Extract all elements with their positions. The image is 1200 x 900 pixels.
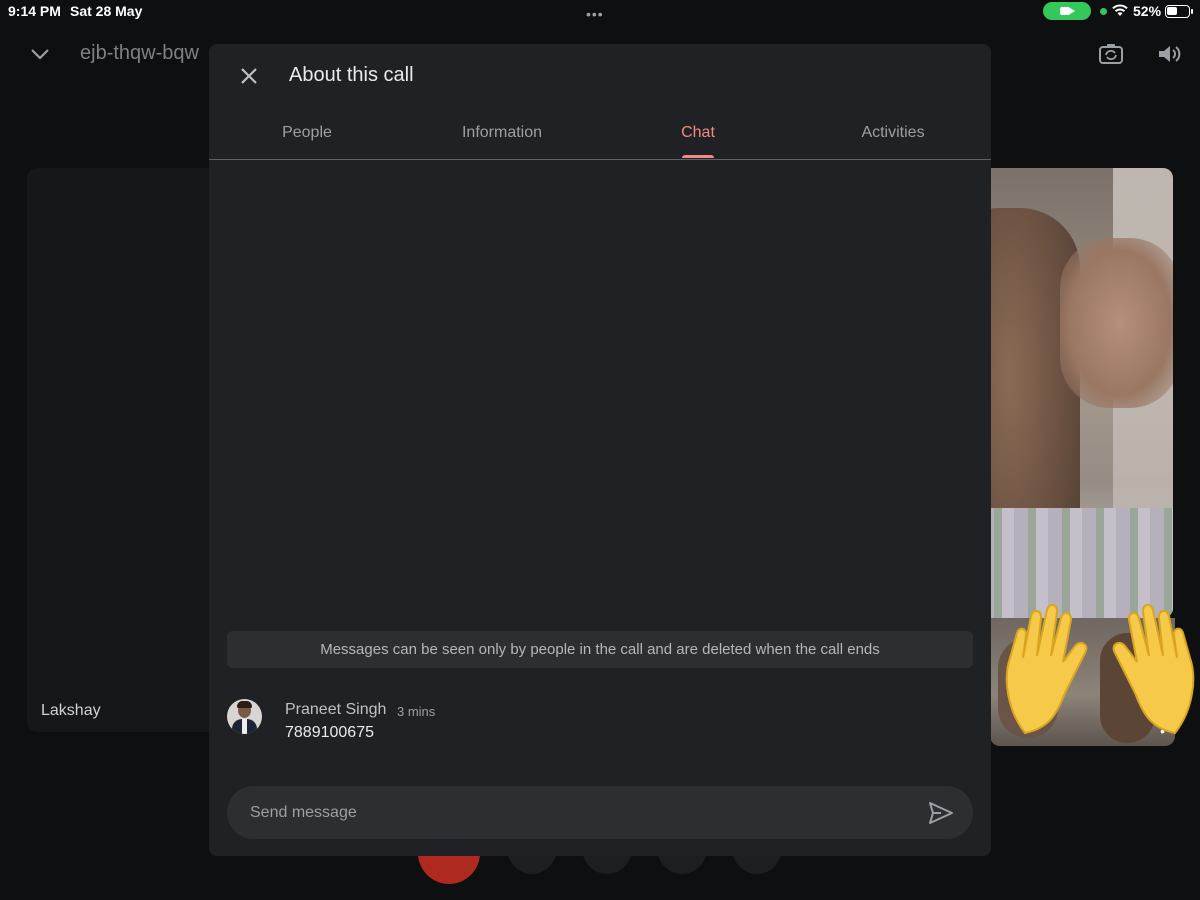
- tab-people[interactable]: People: [209, 124, 405, 142]
- participant-tile-lakshay[interactable]: Lakshay: [27, 168, 227, 732]
- message-time: 3 mins: [397, 704, 436, 719]
- battery-level-fill: [1167, 7, 1177, 15]
- camera-rotate-icon[interactable]: [1097, 40, 1125, 68]
- status-time: 9:14 PM: [8, 3, 61, 19]
- message-text: 7889100675: [285, 724, 374, 741]
- dialog-tabs: People Information Chat Activities: [209, 112, 991, 160]
- camera-in-use-icon: [1043, 2, 1091, 20]
- meeting-code: ejb-thqw-bqw: [80, 42, 199, 64]
- battery-percent: 52%: [1133, 3, 1162, 19]
- status-bar: 9:14 PM Sat 28 May ••• 52%: [0, 0, 1200, 24]
- avatar: [227, 699, 262, 734]
- tab-activities[interactable]: Activities: [795, 124, 991, 142]
- meet-screen: 9:14 PM Sat 28 May ••• 52% ejb-thqw-bqw …: [0, 0, 1200, 900]
- status-date: Sat 28 May: [70, 3, 143, 19]
- privacy-indicator-dot: [1100, 8, 1107, 15]
- send-icon[interactable]: [927, 799, 955, 827]
- about-call-dialog: About this call People Information Chat …: [209, 44, 991, 856]
- chevron-down-icon[interactable]: [28, 42, 52, 66]
- dialog-title: About this call: [289, 64, 414, 86]
- send-message-input[interactable]: [227, 786, 907, 839]
- battery-icon: [1165, 5, 1193, 18]
- video-hand: [1060, 238, 1173, 408]
- participant-name: Lakshay: [41, 702, 101, 719]
- message-sender: Praneet Singh: [285, 701, 387, 718]
- raised-hand-icon: [1112, 604, 1195, 735]
- participant-video-tile[interactable]: [980, 168, 1173, 618]
- multitask-dots-icon[interactable]: •••: [586, 6, 604, 22]
- message-composer: [227, 786, 973, 839]
- tab-chat[interactable]: Chat: [600, 124, 796, 142]
- raised-hand-icon: [1005, 604, 1088, 735]
- active-tab-indicator: [682, 155, 714, 158]
- close-icon[interactable]: [235, 62, 263, 90]
- wifi-icon: [1112, 4, 1128, 16]
- chat-message: Praneet Singh 3 mins 7889100675: [227, 699, 973, 749]
- tab-information[interactable]: Information: [404, 124, 600, 142]
- chat-privacy-notice: Messages can be seen only by people in t…: [227, 631, 973, 668]
- speaker-icon[interactable]: [1156, 41, 1182, 67]
